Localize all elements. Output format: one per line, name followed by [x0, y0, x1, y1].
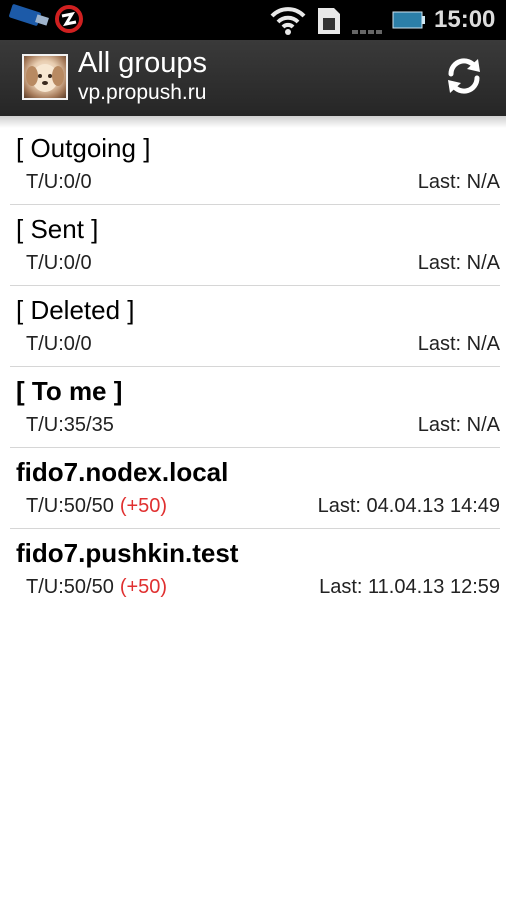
refresh-button[interactable] — [426, 42, 502, 114]
group-last: Last: N/A — [417, 171, 500, 193]
signal-icon — [350, 8, 388, 36]
group-last: Last: 04.04.13 14:49 — [317, 495, 500, 517]
new-count-badge: (+50) — [119, 576, 168, 598]
group-stats: T/U:0/0 — [26, 333, 92, 355]
group-stats: T/U:50/50 (+50) — [26, 495, 168, 517]
battery-icon — [392, 10, 426, 30]
page-subtitle: vp.propush.ru — [78, 81, 207, 104]
dog-avatar-icon[interactable] — [22, 54, 68, 100]
group-row-nodex-local[interactable]: fido7.nodex.local T/U:50/50 (+50) Last: 0… — [10, 448, 500, 529]
app-notification-icon — [54, 4, 84, 34]
group-last: Last: N/A — [417, 333, 500, 355]
group-name: fido7.nodex.local — [16, 457, 229, 487]
refresh-icon — [443, 55, 485, 101]
status-bar: 15:00 — [0, 0, 506, 40]
group-row-to-me[interactable]: [ To me ] T/U:35/35 Last: N/A — [10, 367, 500, 448]
new-count-badge: (+50) — [119, 495, 168, 517]
group-last: Last: N/A — [417, 414, 500, 436]
group-name: [ Deleted ] — [16, 295, 135, 325]
group-last: Last: N/A — [417, 252, 500, 274]
group-stats: T/U:35/35 — [26, 414, 114, 436]
group-stats: T/U:50/50 (+50) — [26, 576, 168, 598]
group-stats: T/U:0/0 — [26, 252, 92, 274]
group-last: Last: 11.04.13 12:59 — [319, 576, 500, 598]
usb-icon — [8, 4, 52, 32]
group-row-outgoing[interactable]: [ Outgoing ] T/U:0/0 Last: N/A — [10, 124, 500, 205]
group-name: [ Sent ] — [16, 214, 99, 244]
group-stats: T/U:0/0 — [26, 171, 92, 193]
sim-card-icon — [314, 6, 344, 36]
status-time: 15:00 — [434, 6, 496, 33]
group-row-sent[interactable]: [ Sent ] T/U:0/0 Last: N/A — [10, 205, 500, 286]
group-name: [ Outgoing ] — [16, 133, 151, 163]
group-row-pushkin-test[interactable]: fido7.pushkin.test T/U:50/50 (+50) Last: … — [10, 529, 500, 609]
group-name: fido7.pushkin.test — [16, 538, 239, 568]
page-title: All groups — [78, 47, 207, 79]
group-row-deleted[interactable]: [ Deleted ] T/U:0/0 Last: N/A — [10, 286, 500, 367]
wifi-icon — [268, 4, 308, 36]
group-name: [ To me ] — [16, 376, 123, 406]
group-list: [ Outgoing ] T/U:0/0 Last: N/A [ Sent ] … — [0, 124, 506, 609]
action-bar: All groups vp.propush.ru — [0, 40, 506, 116]
